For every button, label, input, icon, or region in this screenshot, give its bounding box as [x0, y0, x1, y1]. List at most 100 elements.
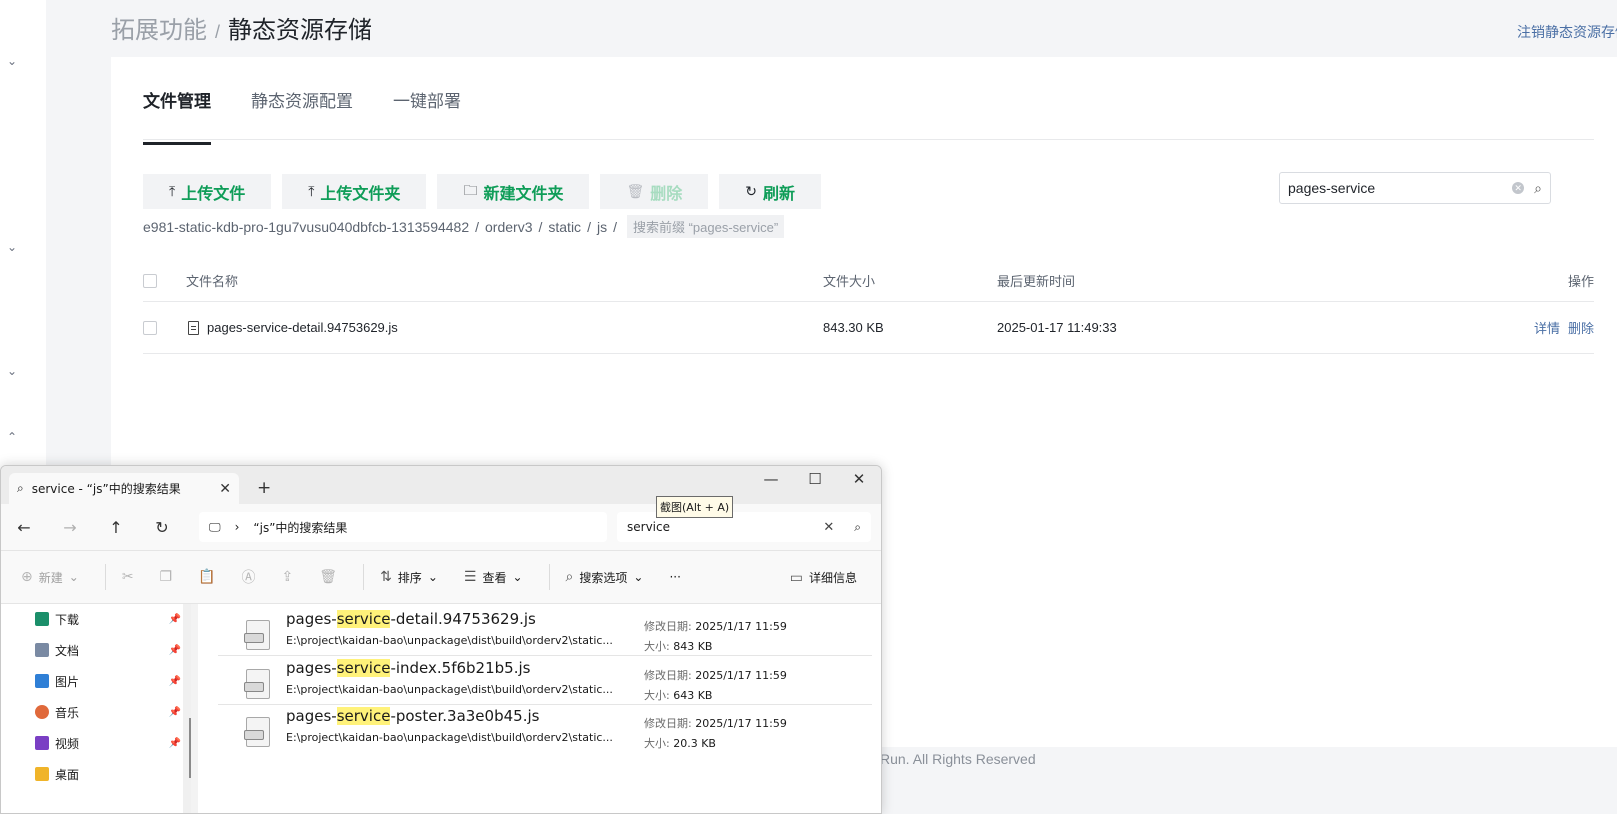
file-icon — [188, 320, 199, 335]
file-name-cell: pages-service-detail.94753629.js — [188, 302, 398, 353]
clear-search-icon[interactable]: ✕ — [823, 520, 834, 535]
trash-icon: 🗑 — [626, 183, 645, 199]
rename-button[interactable]: Ⓐ — [242, 567, 256, 587]
new-folder-button[interactable]: 🗀 新建文件夹 — [437, 174, 590, 209]
nav-item-music[interactable]: 音乐 📌 — [35, 701, 181, 723]
share-icon: ⇪ — [281, 569, 294, 585]
tab-static-config[interactable]: 静态资源配置 — [251, 87, 353, 145]
pin-icon: 📌 — [168, 644, 181, 656]
clear-icon[interactable]: ✕ — [1512, 182, 1525, 194]
list-item[interactable]: pages-service-index.5f6b21b5.js E:\proje… — [218, 657, 872, 705]
sort-button[interactable]: ⇅ 排序 ⌄ — [380, 569, 438, 586]
tab-bar: 文件管理 静态资源配置 一键部署 — [143, 87, 461, 145]
title-bar: ⌕ service - “js”中的搜索结果 ✕ + — ☐ ✕ — [1, 466, 881, 504]
search-options-button[interactable]: ⌕ 搜索选项 ⌄ — [566, 569, 644, 586]
row-checkbox[interactable] — [143, 320, 157, 335]
delete-link[interactable]: 删除 — [1568, 318, 1594, 337]
new-button[interactable]: ⊕ 新建 ⌄ — [21, 569, 79, 586]
back-arrow-icon[interactable]: ← — [1, 518, 47, 537]
paste-button[interactable]: 📋 — [198, 569, 215, 585]
chevron-down-icon: ⌄ — [427, 570, 438, 584]
plus-circle-icon: ⊕ — [21, 569, 33, 585]
nav-scrollbar[interactable] — [183, 604, 191, 813]
nav-item-label: 图片 — [55, 674, 80, 689]
share-button[interactable]: ⇪ — [282, 569, 294, 585]
result-file-name: pages-service-index.5f6b21b5.js — [286, 659, 531, 677]
chevron-down-icon[interactable]: ⌄ — [4, 364, 20, 380]
toolbar: ⤒ 上传文件 ⤒ 上传文件夹 🗀 新建文件夹 🗑 删除 ↻ 刷新 — [143, 174, 821, 209]
detail-link[interactable]: 详情 — [1534, 318, 1560, 337]
forward-arrow-icon[interactable]: → — [47, 518, 93, 537]
navigation-bar: ← → ↑ ↻ 🖵 › “js”中的搜索结果 service ✕ ⌕ — [1, 504, 881, 550]
video-icon — [35, 736, 49, 750]
list-item[interactable]: pages-service-detail.94753629.js E:\proj… — [218, 608, 872, 656]
divider — [104, 564, 106, 590]
tab-file-management[interactable]: 文件管理 — [143, 87, 211, 145]
nav-item-downloads[interactable]: 下载 📌 — [35, 608, 181, 630]
nav-scrollbar-thumb[interactable] — [189, 718, 191, 778]
result-location: E:\project\kaidan-bao\unpackage\dist\bui… — [286, 731, 613, 744]
result-date: 修改日期: 2025/1/17 11:59 — [644, 620, 787, 633]
nav-item-label: 视频 — [55, 736, 80, 751]
search-input[interactable]: pages-service ✕ ⌕ — [1279, 172, 1551, 204]
copy-button[interactable]: ❐ — [160, 569, 173, 585]
search-options-icon: ⌕ — [565, 569, 574, 585]
close-tab-icon[interactable]: ✕ — [219, 481, 231, 497]
explorer-tab[interactable]: ⌕ service - “js”中的搜索结果 ✕ — [9, 473, 239, 504]
refresh-icon[interactable]: ↻ — [139, 518, 185, 537]
chevron-down-icon[interactable]: ⌄ — [4, 54, 20, 70]
picture-icon — [35, 674, 49, 688]
nav-item-pictures[interactable]: 图片 📌 — [35, 670, 181, 692]
header-name: 文件名称 — [186, 274, 239, 289]
chevron-up-icon[interactable]: ⌃ — [4, 430, 20, 446]
refresh-button[interactable]: ↻ 刷新 — [719, 174, 821, 209]
row-checkbox-cell — [143, 302, 157, 353]
page-title: 静态资源存储 — [228, 17, 373, 44]
path-bucket[interactable]: e981-static-kdb-pro-1gu7vusu040dbfcb-131… — [143, 219, 469, 235]
details-button[interactable]: ▭ 详细信息 — [790, 569, 857, 586]
close-window-icon[interactable]: ✕ — [839, 470, 879, 488]
new-folder-label: 新建文件夹 — [483, 185, 564, 203]
upload-folder-button[interactable]: ⤒ 上传文件夹 — [282, 174, 427, 209]
result-file-name: pages-service-detail.94753629.js — [286, 610, 536, 628]
maximize-icon[interactable]: ☐ — [795, 470, 835, 488]
upload-icon: ⤒ — [308, 183, 315, 199]
address-bar[interactable]: 🖵 › “js”中的搜索结果 — [199, 512, 607, 542]
search-icon[interactable]: ⌕ — [1534, 180, 1542, 197]
details-label: 详细信息 — [808, 571, 857, 585]
delete-button[interactable]: 🗑 删除 — [600, 174, 709, 209]
nav-item-label: 桌面 — [55, 767, 80, 782]
path-separator: / — [613, 218, 617, 235]
tab-one-click-deploy[interactable]: 一键部署 — [393, 87, 461, 145]
pin-icon: 📌 — [168, 737, 181, 749]
minimize-icon[interactable]: — — [751, 470, 791, 488]
new-label: 新建 — [38, 570, 63, 585]
clipboard-icon: 📋 — [198, 569, 216, 585]
breadcrumb-parent[interactable]: 拓展功能 — [111, 10, 207, 45]
nav-item-documents[interactable]: 文档 📌 — [35, 639, 181, 661]
nav-item-videos[interactable]: 视频 📌 — [35, 732, 181, 754]
download-icon — [35, 612, 49, 626]
select-all-checkbox[interactable] — [143, 273, 157, 288]
path-segment[interactable]: js — [597, 219, 607, 235]
file-explorer-window: ⌕ service - “js”中的搜索结果 ✕ + — ☐ ✕ ← → ↑ ↻… — [0, 465, 882, 814]
nav-item-desktop[interactable]: 桌面 — [35, 763, 181, 785]
list-item[interactable]: pages-service-poster.3a3e0b45.js E:\proj… — [218, 705, 872, 753]
more-options-button[interactable]: ··· — [669, 570, 680, 584]
cut-button[interactable]: ✂ — [122, 569, 134, 585]
upload-file-button[interactable]: ⤒ 上传文件 — [143, 174, 272, 209]
search-prefix-pill: 搜索前缀 “pages-service” — [626, 215, 785, 238]
view-button[interactable]: ☰ 查看 ⌄ — [464, 569, 523, 586]
view-label: 查看 — [482, 570, 507, 585]
deregister-storage-link[interactable]: 注销静态资源存储 — [1517, 22, 1617, 42]
delete-file-button[interactable]: 🗑 — [319, 569, 337, 585]
chevron-right-icon[interactable]: › — [235, 520, 240, 534]
path-segment[interactable]: orderv3 — [485, 219, 532, 235]
path-segment[interactable]: static — [548, 219, 581, 235]
chevron-down-icon[interactable]: ⌄ — [4, 240, 20, 256]
new-tab-icon[interactable]: + — [257, 478, 271, 498]
up-arrow-icon[interactable]: ↑ — [93, 518, 139, 537]
search-icon[interactable]: ⌕ — [854, 520, 861, 535]
explorer-tab-title: service - “js”中的搜索结果 — [31, 482, 181, 496]
footer-copyright: Run. All Rights Reserved — [880, 751, 1036, 767]
